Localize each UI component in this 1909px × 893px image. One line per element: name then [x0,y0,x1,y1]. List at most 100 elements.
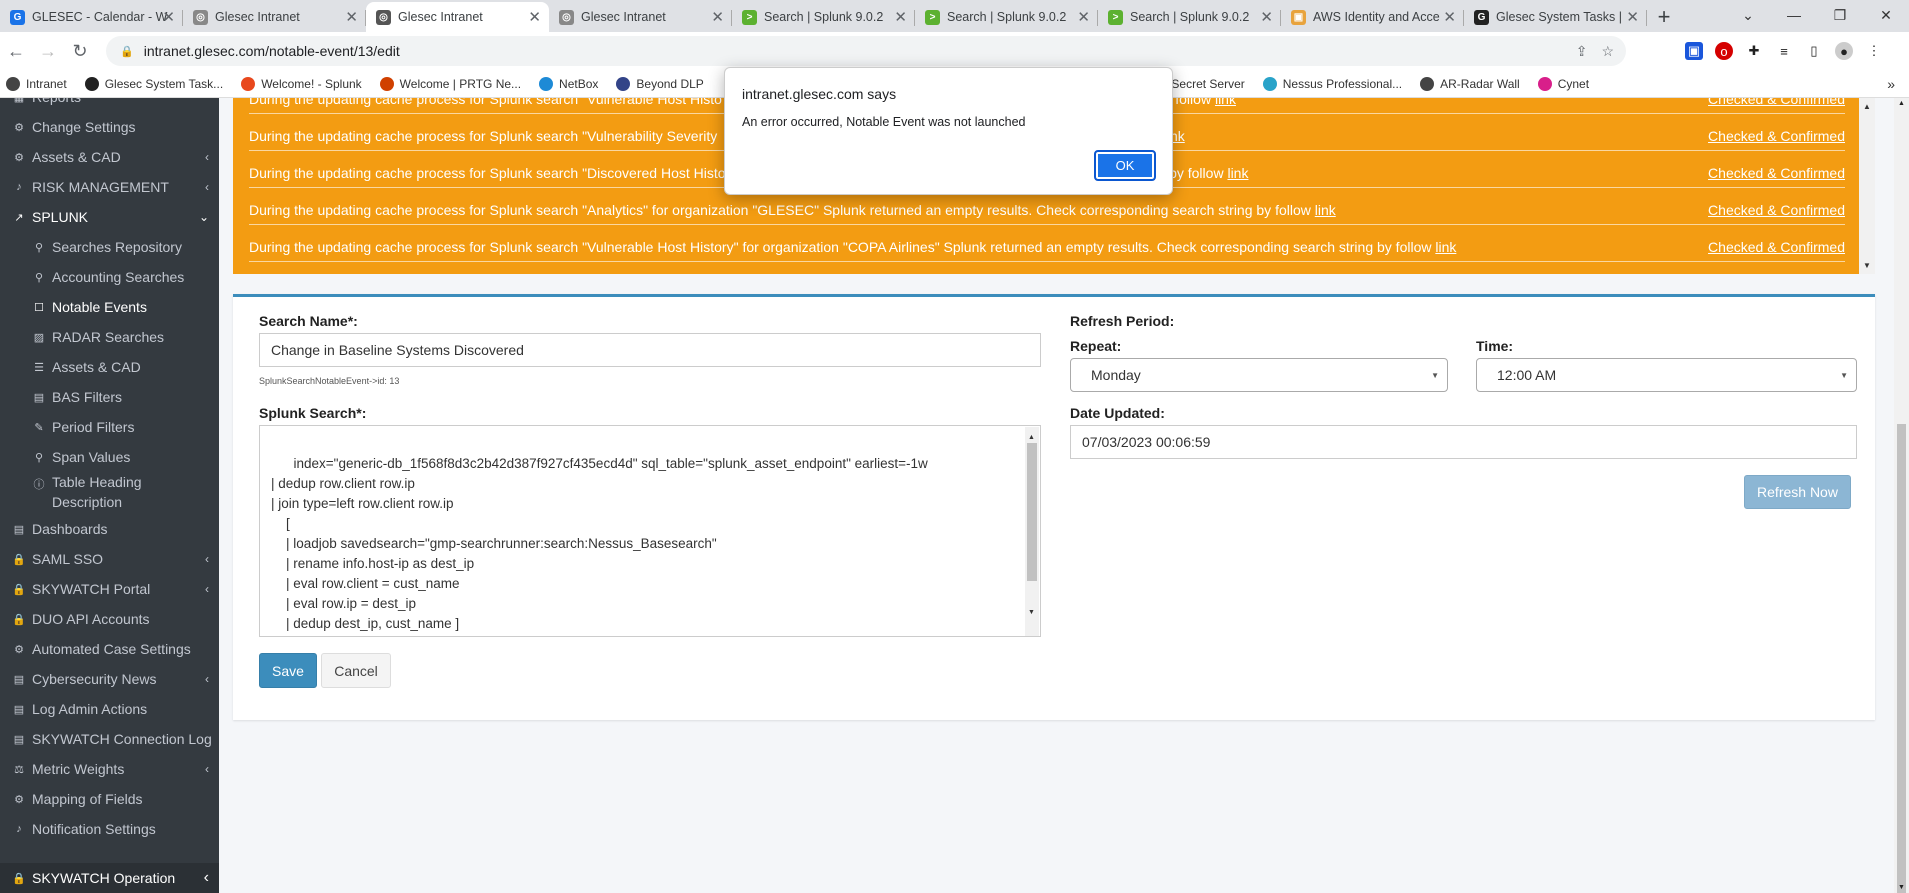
sidebar-item-notification-settings[interactable]: ♪ Notification Settings [0,814,219,844]
search-name-input[interactable]: Change in Baseline Systems Discovered [259,333,1041,367]
repeat-select[interactable]: Monday ▼ [1070,358,1448,392]
refresh-now-button[interactable]: Refresh Now [1744,475,1851,509]
time-select[interactable]: 12:00 AM ▼ [1476,358,1857,392]
sidebar-item-skywatch-portal[interactable]: 🔒 SKYWATCH Portal ‹ [0,574,219,604]
date-updated-input[interactable]: 07/03/2023 00:06:59 [1070,425,1857,459]
back-icon[interactable]: ← [0,41,32,62]
new-tab-icon[interactable]: + [1647,2,1681,32]
alert-scrollbar[interactable]: ▲ ▼ [1859,98,1875,274]
sidebar-item-mapping-of-fields[interactable]: ⚙ Mapping of Fields [0,784,219,814]
profile-icon[interactable]: ● [1835,42,1853,60]
sidebar-item-change-settings[interactable]: ⚙ Change Settings [0,112,219,142]
extension-red-icon[interactable]: o [1715,42,1733,60]
tab-search-icon[interactable]: ⌄ [1725,0,1771,30]
url-field[interactable]: 🔒 intranet.glesec.com/notable-event/13/e… [106,36,1626,66]
forward-icon[interactable]: → [32,41,64,62]
tab-close-icon[interactable]: ✕ [162,8,175,26]
media-icon[interactable]: ≡ [1775,42,1793,60]
scroll-down-icon[interactable]: ▼ [1863,261,1871,270]
sidebar-item-label: Table Heading Description [52,474,142,510]
sidebar-item-metric-weights[interactable]: ⚖ Metric Weights ‹ [0,754,219,784]
checked-confirmed-link[interactable]: Checked & Confirmed [1708,202,1845,218]
checked-confirmed-link[interactable]: Checked & Confirmed [1708,239,1845,255]
tab-close-icon[interactable]: ✕ [1626,8,1639,26]
sidebar-item-radar-searches[interactable]: ▨ RADAR Searches [0,322,219,352]
page-scrollbar[interactable]: ▲ ▼ [1894,98,1909,893]
sidebar-item-splunk[interactable]: ↗ SPLUNK ⌄ [0,202,219,232]
save-button[interactable]: Save [259,653,317,688]
alert-link[interactable]: link [1215,98,1236,107]
browser-tab[interactable]: > Search | Splunk 9.0.2 ✕ [915,2,1098,32]
sidebar-item-automated-case-settings[interactable]: ⚙ Automated Case Settings [0,634,219,664]
sidebar-item-assets-cad[interactable]: ☰ Assets & CAD [0,352,219,382]
table-icon: ▤ [13,733,25,746]
browser-tab[interactable]: > Search | Splunk 9.0.2 ✕ [1098,2,1281,32]
cogs-icon: ⚙ [14,643,24,656]
bookmark-item[interactable]: Cynet [1537,76,1589,91]
bookmark-item[interactable]: Welcome | PRTG Ne... [379,76,521,91]
tab-close-icon[interactable]: ✕ [1077,8,1090,26]
bookmark-star-icon[interactable]: ☆ [1601,43,1614,60]
tab-close-icon[interactable]: ✕ [1443,8,1456,26]
alert-link[interactable]: link [1435,239,1456,255]
sidebar-item-span-values[interactable]: ⚲ Span Values [0,442,219,472]
scroll-up-icon[interactable]: ▲ [1863,102,1871,111]
tab-close-icon[interactable]: ✕ [1260,8,1273,26]
bookmark-item[interactable]: AR-Radar Wall [1420,76,1520,91]
textarea-scrollbar[interactable]: ▲ ▼ [1025,427,1039,636]
tab-close-icon[interactable]: ✕ [528,8,541,26]
bookmark-item[interactable]: Welcome! - Splunk [241,76,362,91]
browser-tab[interactable]: > Search | Splunk 9.0.2 ✕ [732,2,915,32]
sidebar-item-dashboards[interactable]: ▤ Dashboards [0,514,219,544]
sidepanel-icon[interactable]: ▯ [1805,42,1823,60]
browser-tab[interactable]: ▣ AWS Identity and Acce ✕ [1281,2,1464,32]
sidebar-item-table-heading-description[interactable]: ⓘ Table Heading Description [0,472,219,514]
tab-close-icon[interactable]: ✕ [345,8,358,26]
time-value: 12:00 AM [1497,367,1557,383]
bookmarks-overflow-icon[interactable]: » [1887,76,1895,92]
puzzle-icon[interactable]: ✚ [1745,42,1763,60]
bookmark-item[interactable]: Glesec System Task... [84,76,223,91]
sidebar-item-accounting-searches[interactable]: ⚲ Accounting Searches [0,262,219,292]
sidebar-item-bas-filters[interactable]: ▤ BAS Filters [0,382,219,412]
dialog-ok-button[interactable]: OK [1094,150,1156,181]
sidebar-item-notable-events[interactable]: ☐ Notable Events [0,292,219,322]
menu-icon[interactable]: ⋮ [1865,42,1883,60]
sidebar-item-saml-sso[interactable]: 🔒 SAML SSO ‹ [0,544,219,574]
bookmark-item[interactable]: Beyond DLP [616,76,704,91]
splunk-search-textarea[interactable]: index="generic-db_1f568f8d3c2b42d387f927… [259,425,1041,637]
browser-tab[interactable]: G Glesec System Tasks | ✕ [1464,2,1647,32]
checked-confirmed-link[interactable]: Checked & Confirmed [1708,128,1845,144]
reload-icon[interactable]: ↻ [64,41,96,62]
sidebar-item-duo-api-accounts[interactable]: 🔒 DUO API Accounts [0,604,219,634]
browser-tab[interactable]: ◎ Glesec Intranet ✕ [366,2,549,32]
share-icon[interactable]: ⇪ [1576,43,1588,60]
sidebar-item-assets-cad[interactable]: ⚙ Assets & CAD ‹ [0,142,219,172]
extension-blue-icon[interactable]: ▣ [1685,42,1703,60]
sidebar-item-cybersecurity-news[interactable]: ▤ Cybersecurity News ‹ [0,664,219,694]
sidebar-item-skywatch-connection-log[interactable]: ▤ SKYWATCH Connection Log [0,724,219,754]
sidebar-item-period-filters[interactable]: ✎ Period Filters [0,412,219,442]
checked-confirmed-link[interactable]: Checked & Confirmed [1708,165,1845,181]
browser-tab[interactable]: ◎ Glesec Intranet ✕ [183,2,366,32]
tab-close-icon[interactable]: ✕ [711,8,724,26]
checked-confirmed-link[interactable]: Checked & Confirmed [1708,98,1845,107]
alert-link[interactable]: link [1227,165,1248,181]
sidebar-item-reports[interactable]: ▦ Reports [0,98,219,112]
bookmark-item[interactable]: Intranet [6,76,67,91]
sidebar-item-log-admin-actions[interactable]: ▤ Log Admin Actions [0,694,219,724]
sidebar-item-risk-management[interactable]: ♪ RISK MANAGEMENT ‹ [0,172,219,202]
sidebar-item-searches-repository[interactable]: ⚲ Searches Repository [0,232,219,262]
sidebar-item-skywatch-operation[interactable]: 🔒 SKYWATCH Operation ‹ [0,863,219,893]
close-window-icon[interactable]: ✕ [1863,0,1909,30]
alert-link[interactable]: link [1315,202,1336,218]
restore-icon[interactable]: ❐ [1817,0,1863,30]
tab-close-icon[interactable]: ✕ [894,8,907,26]
browser-tab[interactable]: G GLESEC - Calendar - W ✕ [0,2,183,32]
browser-tab[interactable]: ◎ Glesec Intranet ✕ [549,2,732,32]
tab-title: Glesec Intranet [215,10,300,24]
cancel-button[interactable]: Cancel [321,653,391,688]
bookmark-item[interactable]: NetBox [539,76,598,91]
bookmark-item[interactable]: Nessus Professional... [1262,76,1402,91]
minimize-icon[interactable]: — [1771,0,1817,30]
